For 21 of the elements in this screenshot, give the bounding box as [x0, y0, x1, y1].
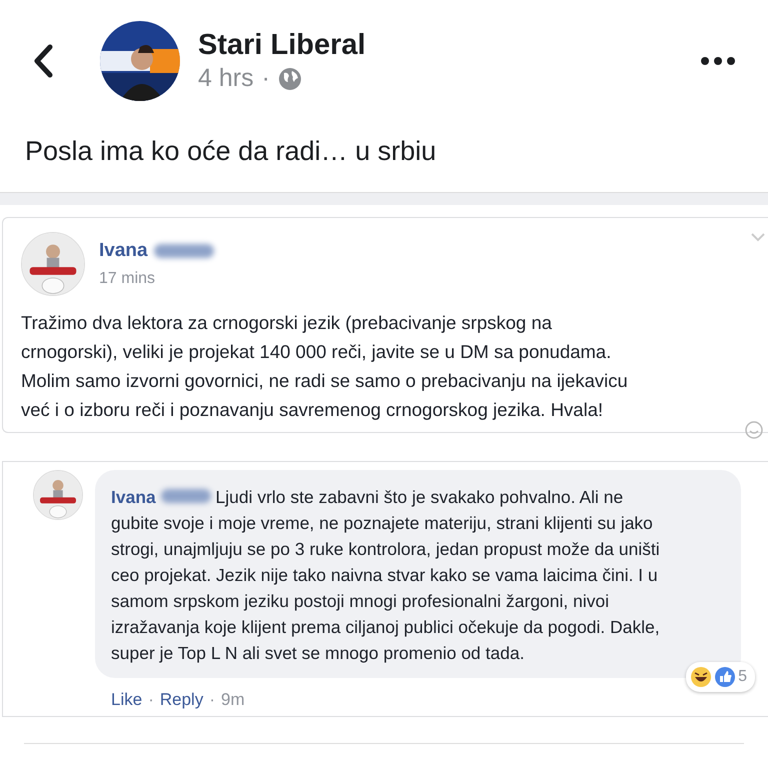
- comment-time: 9m: [221, 690, 245, 710]
- author-name[interactable]: Ivana: [111, 487, 156, 507]
- separator-dot: ·: [209, 690, 215, 710]
- reaction-count: 5: [738, 667, 747, 687]
- post-time: 4 hrs: [198, 64, 254, 93]
- shared-post-text: Tražimo dva lektora za crnogorski jezik (prebacivanje srpskog na crnogorski), veliki je projekat 140 000 reči, javite se u DM sa ponudama. Molim samo izvorni govornici, ne radi se samo o prebacivanju na ijekavicu već i o izboru reči i poznavanju savremenog crnogorskog jezika. Hvala!: [21, 311, 629, 422]
- globe-icon: [278, 66, 302, 90]
- thumbs-up-icon: [714, 666, 736, 688]
- laughing-emoji-icon: [690, 666, 712, 688]
- separator-dot: ·: [262, 64, 270, 93]
- like-link[interactable]: Like: [111, 690, 142, 710]
- redaction-blur: [154, 244, 214, 258]
- author-name[interactable]: Ivana: [99, 240, 148, 262]
- reply-link[interactable]: Reply: [160, 690, 204, 710]
- post-time: 17 mins: [99, 270, 156, 288]
- separator-dot: ·: [148, 690, 154, 710]
- post-text: Posla ima ko oće da radi… u srbiu: [24, 135, 438, 168]
- redaction-blur: [160, 489, 211, 503]
- page-name[interactable]: Stari Liberal: [198, 29, 700, 62]
- more-options-icon[interactable]: [700, 56, 736, 66]
- comment-text: Ivana Ljudi vrlo ste zabavni što je svakako pohvalno. Ali ne gubite svoje i moje vreme, ne poznajete materiju, strani klijenti su jako strogi, unajmljuju se po 3 ruke kontrolora, jedan propust može da uništi ceo projekat. Jezik nije tako naivna stvar kako se vama laicima čini. I u samom srpskom jeziku postoji mnogi profesionalni žargoni, nivoi izražavanja koje klijent prema ciljanoj publici očekuje da pogodi. Dakle, super je Top L N ali svet se mnogo promenio od tada.: [111, 486, 661, 665]
